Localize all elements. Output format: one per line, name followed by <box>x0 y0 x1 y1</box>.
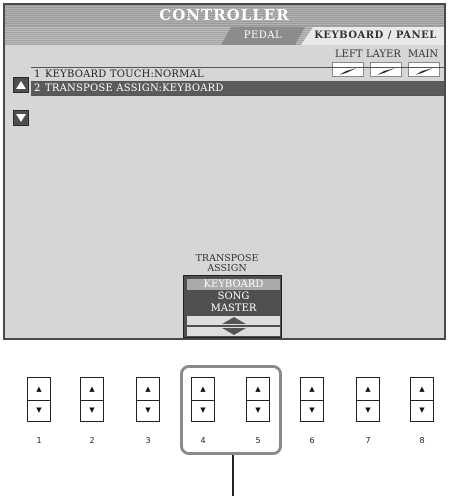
hw-button-7[interactable]: ▲ ▼ <box>356 377 380 422</box>
down-button[interactable]: ▼ <box>357 400 379 422</box>
selector-down-button[interactable] <box>187 327 280 336</box>
button-number: 3 <box>145 436 151 445</box>
up-button[interactable]: ▲ <box>28 378 50 401</box>
scroll-up-button[interactable] <box>13 77 29 93</box>
hw-button-8[interactable]: ▲ ▼ <box>410 377 434 422</box>
down-button[interactable]: ▼ <box>411 400 433 422</box>
list-item[interactable]: 1 KEYBOARD TOUCH:NORMAL <box>31 68 444 81</box>
up-button[interactable]: ▲ <box>247 378 269 401</box>
up-button[interactable]: ▲ <box>301 378 323 401</box>
option-song[interactable]: SONG <box>187 291 280 302</box>
button-number: 5 <box>255 436 261 445</box>
triangle-up-icon <box>16 81 26 89</box>
col-main-header: MAIN <box>408 49 439 60</box>
down-button[interactable]: ▼ <box>137 400 159 422</box>
triangle-down-icon <box>221 328 246 335</box>
transpose-assign-title-line2: ASSIGN <box>207 263 247 274</box>
hw-button-5[interactable]: ▲ ▼ <box>246 377 270 422</box>
triangle-down-icon <box>16 114 26 122</box>
row-label: TRANSPOSE ASSIGN:KEYBOARD <box>45 83 224 94</box>
button-number: 2 <box>89 436 95 445</box>
divider <box>31 95 444 96</box>
hw-button-6[interactable]: ▲ ▼ <box>300 377 324 422</box>
up-button[interactable]: ▲ <box>411 378 433 401</box>
page-title: CONTROLLER <box>5 5 444 26</box>
up-button[interactable]: ▲ <box>192 378 214 401</box>
callout-line <box>232 455 234 496</box>
tab-keyboard-panel[interactable]: KEYBOARD / PANEL <box>301 27 444 45</box>
row-number: 1 <box>34 69 41 80</box>
down-button[interactable]: ▼ <box>247 400 269 422</box>
up-button[interactable]: ▲ <box>81 378 103 401</box>
selector-up-button[interactable] <box>187 316 280 325</box>
hw-button-3[interactable]: ▲ ▼ <box>136 377 160 422</box>
down-button[interactable]: ▼ <box>301 400 323 422</box>
button-number: 8 <box>419 436 425 445</box>
button-number: 7 <box>365 436 371 445</box>
down-button[interactable]: ▼ <box>192 400 214 422</box>
tab-pedal[interactable]: PEDAL <box>221 27 305 45</box>
down-button[interactable]: ▼ <box>81 400 103 422</box>
transpose-assign-selector: KEYBOARD SONG MASTER <box>183 275 282 338</box>
up-button[interactable]: ▲ <box>137 378 159 401</box>
row-label: KEYBOARD TOUCH:NORMAL <box>45 69 204 80</box>
option-master[interactable]: MASTER <box>187 303 280 314</box>
list-item-selected[interactable]: 2 TRANSPOSE ASSIGN:KEYBOARD <box>31 82 444 95</box>
scroll-down-button[interactable] <box>13 110 29 126</box>
down-button[interactable]: ▼ <box>28 400 50 422</box>
up-button[interactable]: ▲ <box>357 378 379 401</box>
row-number: 2 <box>34 83 41 94</box>
option-keyboard[interactable]: KEYBOARD <box>187 279 280 290</box>
transpose-assign-title: TRANSPOSE ASSIGN <box>174 254 280 274</box>
triangle-up-icon <box>221 317 246 324</box>
hw-button-1[interactable]: ▲ ▼ <box>27 377 51 422</box>
button-number: 6 <box>309 436 315 445</box>
col-left-header: LEFT <box>335 49 363 60</box>
button-number: 4 <box>200 436 206 445</box>
hw-button-2[interactable]: ▲ ▼ <box>80 377 104 422</box>
col-layer-header: LAYER <box>366 49 401 60</box>
hw-button-4[interactable]: ▲ ▼ <box>191 377 215 422</box>
lcd-screen: CONTROLLER PEDAL KEYBOARD / PANEL LEFT L… <box>3 3 446 340</box>
button-number: 1 <box>36 436 42 445</box>
